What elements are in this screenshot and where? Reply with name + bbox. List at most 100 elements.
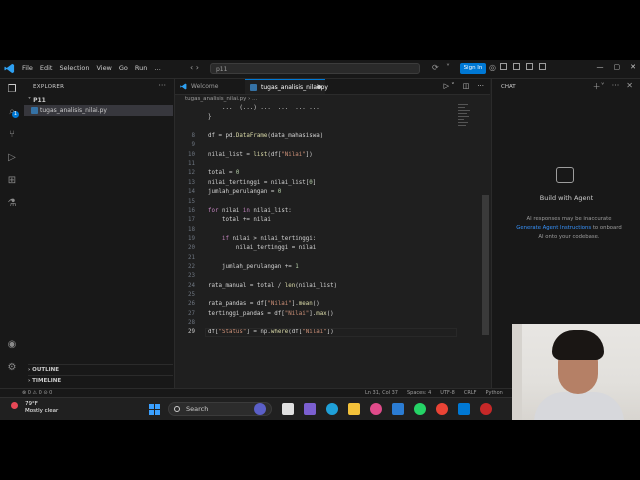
language-mode[interactable]: Python: [486, 390, 503, 396]
explorer-icon[interactable]: ❐: [6, 84, 18, 96]
editor-scrollbar[interactable]: [482, 195, 489, 335]
generate-agent-instructions-link[interactable]: Generate Agent Instructions: [516, 225, 591, 231]
menu-selection[interactable]: Selection: [59, 64, 89, 72]
widgets-icon[interactable]: [254, 403, 266, 415]
agent-desc-text: AI responses may be inaccurate: [526, 216, 612, 222]
code-line[interactable]: 27 tertinggi_pandas = df["Nilai"].max(): [175, 310, 475, 319]
code-line[interactable]: }: [175, 113, 475, 122]
menu-run[interactable]: Run: [135, 64, 147, 72]
code-line[interactable]: 11: [175, 160, 475, 169]
code-text: df = pd.DataFrame(data_mahasiswa): [208, 133, 324, 140]
indentation[interactable]: Spaces: 4: [407, 390, 431, 396]
code-line[interactable]: 18: [175, 226, 475, 235]
more-actions-icon[interactable]: ···: [158, 81, 166, 90]
whatsapp-icon[interactable]: [414, 403, 426, 415]
code-line[interactable]: 19 if nilai > nilai_tertinggi:: [175, 235, 475, 244]
extensions-icon[interactable]: ⊞: [6, 175, 18, 187]
toggle-panel-icon[interactable]: [513, 63, 520, 70]
run-python-icon[interactable]: ▷ ˅: [444, 82, 455, 90]
menu-view[interactable]: View: [96, 64, 111, 72]
code-line[interactable]: 28: [175, 319, 475, 328]
vscode-taskbar-icon[interactable]: [458, 403, 470, 415]
code-line[interactable]: [175, 123, 475, 132]
code-text: }: [208, 114, 212, 121]
tab-tugas-analisis-nilai[interactable]: tugas_analisis_nilai.py: [245, 79, 328, 94]
outline-section[interactable]: › OUTLINE: [28, 364, 173, 373]
code-editor[interactable]: ... (...) ... ... ... ...} 8 df = pd.DataF…: [175, 104, 480, 374]
chevron-down-icon[interactable]: ˅: [446, 63, 450, 72]
task-view-icon[interactable]: [282, 403, 294, 415]
command-center-search[interactable]: p11: [210, 63, 420, 74]
account-icon[interactable]: ◉: [6, 339, 18, 351]
weather-desc: Mostly clear: [25, 408, 59, 414]
close-icon[interactable]: ✕: [626, 81, 633, 92]
tab-welcome[interactable]: Welcome: [175, 79, 245, 94]
timeline-section[interactable]: › TIMELINE: [28, 375, 173, 384]
unsaved-dot-icon[interactable]: [317, 85, 321, 89]
outlook-icon[interactable]: [392, 403, 404, 415]
menu-more[interactable]: …: [154, 64, 161, 72]
code-text: jumlah_perulangan = 0: [208, 189, 282, 196]
agent-chat-icon: [556, 167, 574, 183]
code-line[interactable]: 9: [175, 141, 475, 150]
copilot-app-icon[interactable]: [370, 403, 382, 415]
code-line[interactable]: 21: [175, 254, 475, 263]
nav-arrows-icon[interactable]: ‹ ›: [190, 63, 199, 72]
chrome-icon[interactable]: [436, 403, 448, 415]
customize-layout-icon[interactable]: [539, 63, 546, 70]
python-file-icon: [250, 84, 257, 91]
testing-icon[interactable]: ⚗: [6, 198, 18, 210]
toggle-secondary-sidebar-icon[interactable]: [526, 63, 533, 70]
weather-text: 79°F Mostly clear: [25, 401, 58, 415]
code-line[interactable]: 20 nilai_tertinggi = nilai: [175, 244, 475, 253]
folder-p11[interactable]: ˅ P11: [28, 97, 46, 104]
line-number: 22: [188, 263, 195, 270]
app-icon[interactable]: [480, 403, 492, 415]
problems-indicator[interactable]: ⊗ 0 ⚠ 0 ⊝ 0: [22, 390, 52, 396]
account-icon[interactable]: ◎: [489, 63, 496, 72]
status-right: Ln 31, Col 37 Spaces: 4 UTF-8 CRLF Pytho…: [365, 390, 503, 396]
code-line[interactable]: 26 rata_pandas = df["Nilai"].mean(): [175, 300, 475, 309]
code-line[interactable]: 23: [175, 272, 475, 281]
copilot-icon[interactable]: ⟳: [432, 63, 439, 72]
code-line[interactable]: 10 nilai_list = list(df["Nilai"]): [175, 151, 475, 160]
code-line[interactable]: 22 jumlah_perulangan += 1: [175, 263, 475, 272]
code-line[interactable]: 24 rata_manual = total / len(nilai_list): [175, 282, 475, 291]
more-actions-icon[interactable]: ···: [477, 82, 484, 90]
menu-edit[interactable]: Edit: [40, 64, 53, 72]
file-item-tugas-analisis-nilai[interactable]: tugas_analisis_nilai.py: [24, 105, 173, 116]
cursor-position[interactable]: Ln 31, Col 37: [365, 390, 398, 396]
maximize-icon[interactable]: ▢: [614, 63, 621, 71]
windows-start-icon[interactable]: [149, 404, 160, 415]
toggle-sidebar-icon[interactable]: [500, 63, 507, 70]
line-ending[interactable]: CRLF: [464, 390, 477, 396]
new-chat-icon[interactable]: ＋˅: [593, 81, 605, 92]
code-line[interactable]: 29 df["Status"] = np.where(df["Nilai"]): [175, 328, 475, 338]
code-line[interactable]: 17 total += nilai: [175, 216, 475, 225]
code-text: tertinggi_pandas = df["Nilai"].max(): [208, 310, 334, 317]
source-control-icon[interactable]: ⑂: [6, 129, 18, 141]
code-line[interactable]: 8 df = pd.DataFrame(data_mahasiswa): [175, 132, 475, 141]
code-line[interactable]: ... (...) ... ... ... ...: [175, 104, 475, 113]
code-line[interactable]: 14 jumlah_perulangan = 0: [175, 188, 475, 197]
menu-go[interactable]: Go: [119, 64, 128, 72]
edge-icon[interactable]: [326, 403, 338, 415]
code-line[interactable]: 13 nilai_tertinggi = nilai_list[0]: [175, 179, 475, 188]
close-icon[interactable]: ✕: [630, 63, 636, 71]
code-line[interactable]: 16 for nilai in nilai_list:: [175, 207, 475, 216]
code-line[interactable]: 15: [175, 198, 475, 207]
encoding[interactable]: UTF-8: [440, 390, 455, 396]
file-explorer-icon[interactable]: [348, 403, 360, 415]
teams-icon[interactable]: [304, 403, 316, 415]
minimap[interactable]: [458, 104, 474, 128]
settings-gear-icon[interactable]: ⚙: [6, 362, 18, 374]
code-line[interactable]: 25: [175, 291, 475, 300]
minimize-icon[interactable]: —: [597, 63, 604, 71]
code-line[interactable]: 12 total = 0: [175, 169, 475, 178]
breadcrumb[interactable]: tugas_analisis_nilai.py › …: [185, 96, 258, 102]
more-actions-icon[interactable]: ···: [612, 81, 620, 92]
sign-in-button[interactable]: Sign In: [460, 63, 486, 74]
split-editor-icon[interactable]: ◫: [463, 82, 470, 90]
menu-file[interactable]: File: [22, 64, 33, 72]
run-debug-icon[interactable]: ▷: [6, 152, 18, 164]
